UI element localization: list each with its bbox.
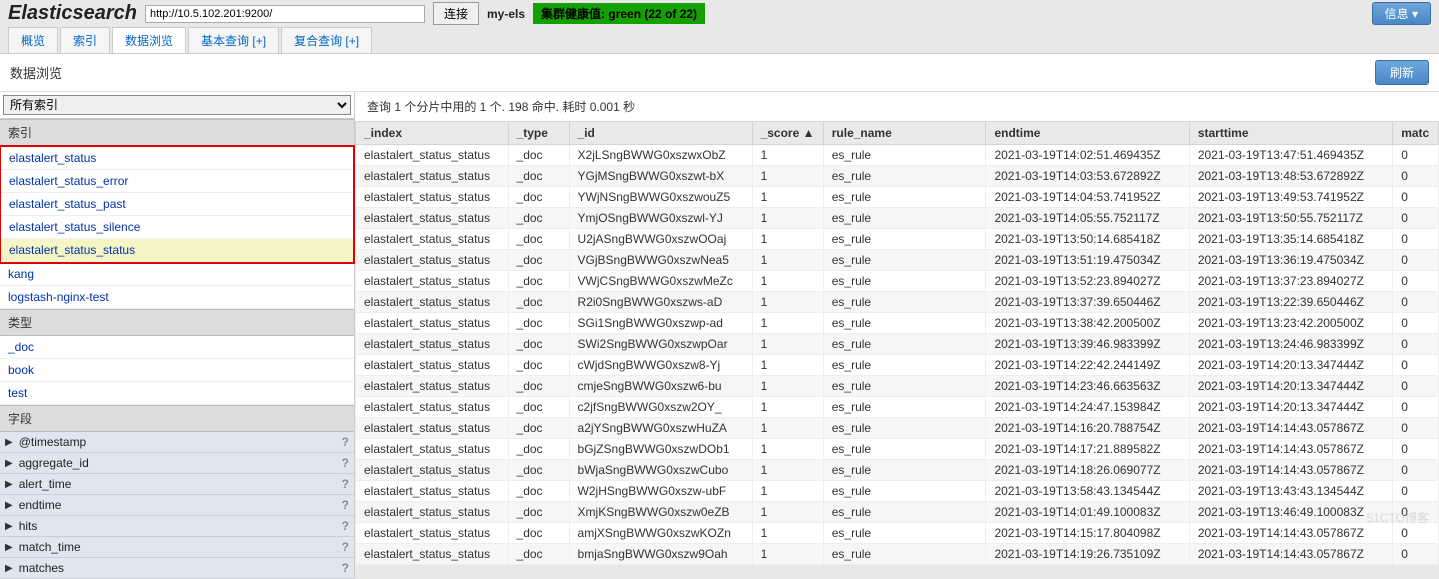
info-button[interactable]: 信息 ▾ [1372, 2, 1431, 25]
connect-button[interactable]: 连接 [433, 2, 479, 25]
expand-icon: ▶ [5, 563, 13, 574]
expand-icon: ▶ [5, 542, 13, 553]
table-row[interactable]: elastalert_status_status_docX2jLSngBWWG0… [356, 145, 1439, 166]
table-row[interactable]: elastalert_status_status_docSWi2SngBWWG0… [356, 334, 1439, 355]
help-icon[interactable]: ? [342, 540, 349, 554]
column-header[interactable]: matc [1393, 122, 1439, 145]
sidebar-index-item[interactable]: logstash-nginx-test [0, 286, 354, 309]
help-icon[interactable]: ? [342, 498, 349, 512]
sidebar-type-item[interactable]: test [0, 382, 354, 405]
index-list-highlight: elastalert_statuselastalert_status_error… [0, 145, 355, 264]
table-row[interactable]: elastalert_status_status_docYGjMSngBWWG0… [356, 166, 1439, 187]
column-header[interactable]: endtime [986, 122, 1189, 145]
table-row[interactable]: elastalert_status_status_doccWjdSngBWWG0… [356, 355, 1439, 376]
expand-icon: ▶ [5, 521, 13, 532]
sidebar-field-item[interactable]: ▶alert_time? [0, 474, 354, 495]
results-table: _index_type_id_score ▲rule_nameendtimest… [355, 121, 1439, 565]
column-header[interactable]: _score ▲ [752, 122, 823, 145]
column-header[interactable]: _index [356, 122, 509, 145]
tab-indices[interactable]: 索引 [60, 27, 110, 53]
sidebar-index-item[interactable]: elastalert_status_error [1, 170, 353, 193]
table-row[interactable]: elastalert_status_status_docbWjaSngBWWG0… [356, 460, 1439, 481]
table-row[interactable]: elastalert_status_status_docW2jHSngBWWG0… [356, 481, 1439, 502]
sidebar-field-item[interactable]: ▶matches? [0, 558, 354, 579]
sidebar-index-item[interactable]: elastalert_status_status [1, 239, 353, 262]
query-summary: 查询 1 个分片中用的 1 个. 198 命中. 耗时 0.001 秒 [355, 92, 1439, 121]
table-row[interactable]: elastalert_status_status_docU2jASngBWWG0… [356, 229, 1439, 250]
expand-icon: ▶ [5, 437, 13, 448]
cluster-url-input[interactable] [145, 5, 425, 23]
column-header[interactable]: rule_name [823, 122, 986, 145]
tab-basic-query[interactable]: 基本查询 [+] [188, 27, 279, 53]
table-row[interactable]: elastalert_status_status_docbmjaSngBWWG0… [356, 544, 1439, 565]
sidebar-field-item[interactable]: ▶match_time? [0, 537, 354, 558]
column-header[interactable]: _type [508, 122, 569, 145]
section-type: 类型 [0, 309, 354, 336]
table-row[interactable]: elastalert_status_status_docVWjCSngBWWG0… [356, 271, 1439, 292]
help-icon[interactable]: ? [342, 435, 349, 449]
refresh-button[interactable]: 刷新 [1375, 60, 1429, 85]
main-tabs: 概览 索引 数据浏览 基本查询 [+] 复合查询 [+] [0, 27, 1439, 54]
sidebar: 所有索引 索引 elastalert_statuselastalert_stat… [0, 92, 355, 579]
tab-overview[interactable]: 概览 [8, 27, 58, 53]
sidebar-type-item[interactable]: book [0, 359, 354, 382]
page-title: 数据浏览 [10, 63, 62, 82]
sidebar-index-item[interactable]: elastalert_status_past [1, 193, 353, 216]
table-row[interactable]: elastalert_status_status_docbGjZSngBWWG0… [356, 439, 1439, 460]
sidebar-field-item[interactable]: ▶endtime? [0, 495, 354, 516]
sidebar-index-item[interactable]: elastalert_status [1, 147, 353, 170]
index-select[interactable]: 所有索引 [3, 95, 351, 115]
table-row[interactable]: elastalert_status_status_docVGjBSngBWWG0… [356, 250, 1439, 271]
sidebar-index-item[interactable]: elastalert_status_silence [1, 216, 353, 239]
sidebar-index-item[interactable]: kang [0, 263, 354, 286]
table-row[interactable]: elastalert_status_status_docR2i0SngBWWG0… [356, 292, 1439, 313]
sidebar-field-item[interactable]: ▶@timestamp? [0, 432, 354, 453]
watermark: 51CTO博客 [1367, 509, 1429, 526]
sidebar-type-item[interactable]: _doc [0, 336, 354, 359]
help-icon[interactable]: ? [342, 456, 349, 470]
column-header[interactable]: starttime [1189, 122, 1392, 145]
table-row[interactable]: elastalert_status_status_docYWjNSngBWWG0… [356, 187, 1439, 208]
section-field: 字段 [0, 405, 354, 432]
help-icon[interactable]: ? [342, 561, 349, 575]
app-logo: Elasticsearch [8, 2, 137, 25]
tab-browse[interactable]: 数据浏览 [112, 27, 186, 53]
sidebar-field-item[interactable]: ▶aggregate_id? [0, 453, 354, 474]
expand-icon: ▶ [5, 479, 13, 490]
expand-icon: ▶ [5, 458, 13, 469]
column-header[interactable]: _id [569, 122, 752, 145]
health-badge: 集群健康值: green (22 of 22) [533, 3, 705, 24]
table-row[interactable]: elastalert_status_status_docYmjOSngBWWG0… [356, 208, 1439, 229]
tab-compound-query[interactable]: 复合查询 [+] [281, 27, 372, 53]
help-icon[interactable]: ? [342, 477, 349, 491]
table-row[interactable]: elastalert_status_status_docSGi1SngBWWG0… [356, 313, 1439, 334]
table-row[interactable]: elastalert_status_status_docXmjKSngBWWG0… [356, 502, 1439, 523]
table-row[interactable]: elastalert_status_status_doca2jYSngBWWG0… [356, 418, 1439, 439]
table-row[interactable]: elastalert_status_status_docc2jfSngBWWG0… [356, 397, 1439, 418]
cluster-name: my-els [487, 7, 525, 21]
sidebar-field-item[interactable]: ▶hits? [0, 516, 354, 537]
table-row[interactable]: elastalert_status_status_docamjXSngBWWG0… [356, 523, 1439, 544]
section-index: 索引 [0, 119, 354, 146]
table-row[interactable]: elastalert_status_status_doccmjeSngBWWG0… [356, 376, 1439, 397]
expand-icon: ▶ [5, 500, 13, 511]
